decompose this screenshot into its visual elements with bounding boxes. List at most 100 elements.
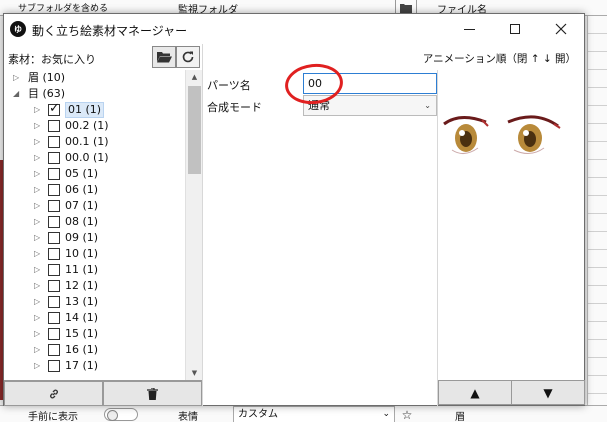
maximize-button[interactable] (492, 14, 538, 44)
expand-right-icon[interactable]: ▷ (34, 278, 40, 294)
expand-right-icon[interactable]: ▷ (34, 214, 40, 230)
item-checkbox[interactable] (48, 184, 60, 196)
tree-item-label: 17 (1) (65, 359, 99, 372)
item-checkbox[interactable] (48, 312, 60, 324)
show-front-label: 手前に表示 (28, 412, 78, 422)
expand-right-icon[interactable]: ▷ (34, 102, 40, 118)
tree-item[interactable]: ▷ 14 (1) (4, 310, 202, 326)
tree-scrollbar[interactable]: ▲ ▼ (185, 70, 202, 380)
tree-item-label: 14 (1) (65, 311, 99, 324)
delete-button[interactable] (103, 381, 202, 406)
expand-right-icon[interactable]: ▷ (34, 358, 40, 374)
open-folder-button[interactable] (152, 46, 176, 68)
tree-item-label: 01 (1) (65, 102, 105, 118)
tree-item[interactable]: ▷ 00.1 (1) (4, 134, 202, 150)
expand-right-icon[interactable]: ▷ (34, 150, 40, 166)
close-button[interactable] (538, 14, 584, 44)
part-properties: パーツ名 00 合成モード 通常 ⌄ (203, 70, 437, 406)
refresh-icon (182, 51, 194, 63)
window-title: 動く立ち絵素材マネージャー (32, 24, 188, 38)
tree-item[interactable]: ▷ 00.2 (1) (4, 118, 202, 134)
tree-item[interactable]: ▷ 13 (1) (4, 294, 202, 310)
star-icon[interactable]: ☆ (397, 406, 417, 422)
expand-right-icon[interactable]: ▷ (34, 134, 40, 150)
tree-item-label: 06 (1) (65, 183, 99, 196)
tree-item-label: 07 (1) (65, 199, 99, 212)
tree-item[interactable]: ▷ 09 (1) (4, 230, 202, 246)
minimize-icon (463, 28, 475, 30)
tree-item-label: 12 (1) (65, 279, 99, 292)
tree-item-label: 09 (1) (65, 231, 99, 244)
expand-right-icon[interactable]: ▷ (34, 310, 40, 326)
item-checkbox[interactable] (48, 200, 60, 212)
tree-item-label: 00.2 (1) (65, 119, 109, 132)
item-checkbox[interactable] (48, 232, 60, 244)
tree-item[interactable]: ▷ 10 (1) (4, 246, 202, 262)
item-checkbox[interactable] (48, 136, 60, 148)
app-icon: ゆ (10, 21, 26, 37)
item-checkbox[interactable] (48, 216, 60, 228)
tree-item[interactable]: ▷ 17 (1) (4, 358, 202, 374)
item-checkbox[interactable] (48, 120, 60, 132)
expand-right-icon[interactable]: ▷ (34, 166, 40, 182)
tree-item[interactable]: ▷ 01 (1) (4, 101, 202, 118)
eyes-illustration (443, 115, 561, 154)
tree-item[interactable]: ▷ 08 (1) (4, 214, 202, 230)
scroll-thumb[interactable] (188, 86, 201, 174)
expand-right-icon[interactable]: ▷ (34, 294, 40, 310)
material-tree[interactable]: ▷ 眉 (10) ◢ 目 (63) ▷ 01 (1) ▷ 00.2 (1) ▷ 00.1 … (4, 70, 202, 380)
expand-right-icon[interactable]: ▷ (34, 230, 40, 246)
expand-right-icon[interactable]: ▷ (34, 246, 40, 262)
expand-right-icon[interactable]: ▷ (34, 198, 40, 214)
title-bar[interactable]: ゆ 動く立ち絵素材マネージャー (4, 14, 584, 44)
scroll-down-icon[interactable]: ▼ (186, 366, 203, 380)
item-checkbox[interactable] (48, 360, 60, 372)
expand-right-icon[interactable]: ▷ (34, 262, 40, 278)
expand-right-icon[interactable]: ▷ (34, 182, 40, 198)
minimize-button[interactable] (446, 14, 492, 44)
scroll-up-icon[interactable]: ▲ (186, 70, 203, 84)
link-icon (49, 389, 58, 398)
item-checkbox[interactable] (48, 264, 60, 276)
tree-item[interactable]: ▷ 07 (1) (4, 198, 202, 214)
triangle-up-icon: ▲ (470, 385, 480, 400)
tree-group-eye[interactable]: ◢ 目 (63) (4, 86, 202, 102)
tree-item[interactable]: ▷ 11 (1) (4, 262, 202, 278)
expand-right-icon[interactable]: ▷ (13, 70, 19, 86)
tree-item[interactable]: ▷ 15 (1) (4, 326, 202, 342)
link-button[interactable] (4, 381, 103, 406)
tree-item[interactable]: ▷ 12 (1) (4, 278, 202, 294)
tree-item[interactable]: ▷ 06 (1) (4, 182, 202, 198)
tree-item[interactable]: ▷ 05 (1) (4, 166, 202, 182)
item-checkbox[interactable] (48, 296, 60, 308)
item-checkbox[interactable] (48, 344, 60, 356)
tree-item-label: 00.1 (1) (65, 135, 109, 148)
item-checkbox[interactable] (48, 101, 60, 117)
eyebrow-label: 眉 (455, 412, 465, 422)
item-checkbox[interactable] (48, 248, 60, 260)
trash-icon (147, 387, 158, 400)
show-front-toggle[interactable] (104, 408, 138, 421)
move-down-button[interactable]: ▼ (511, 380, 585, 405)
item-checkbox[interactable] (48, 152, 60, 164)
expand-down-icon[interactable]: ◢ (13, 86, 19, 102)
toolbar: 素材：お気に入り アニメーション順（閉 ↑ ↓ 開） (4, 44, 584, 70)
material-label: 素材：お気に入り (8, 53, 96, 66)
blend-mode-label: 合成モード (207, 101, 262, 114)
item-checkbox[interactable] (48, 168, 60, 180)
maximize-icon (510, 24, 520, 34)
expand-right-icon[interactable]: ▷ (34, 342, 40, 358)
tree-group-eyebrow[interactable]: ▷ 眉 (10) (4, 70, 202, 86)
move-up-button[interactable]: ▲ (438, 380, 512, 405)
animation-order-controls: ▲ ▼ (438, 380, 585, 405)
expand-right-icon[interactable]: ▷ (34, 118, 40, 134)
item-checkbox[interactable] (48, 328, 60, 340)
tree-item-label: 08 (1) (65, 215, 99, 228)
tree-item[interactable]: ▷ 00.0 (1) (4, 150, 202, 166)
tree-item-label: 11 (1) (65, 263, 99, 276)
refresh-button[interactable] (176, 46, 200, 68)
item-checkbox[interactable] (48, 280, 60, 292)
expression-select[interactable]: カスタム ⌄ (233, 406, 395, 422)
tree-item[interactable]: ▷ 16 (1) (4, 342, 202, 358)
expand-right-icon[interactable]: ▷ (34, 326, 40, 342)
